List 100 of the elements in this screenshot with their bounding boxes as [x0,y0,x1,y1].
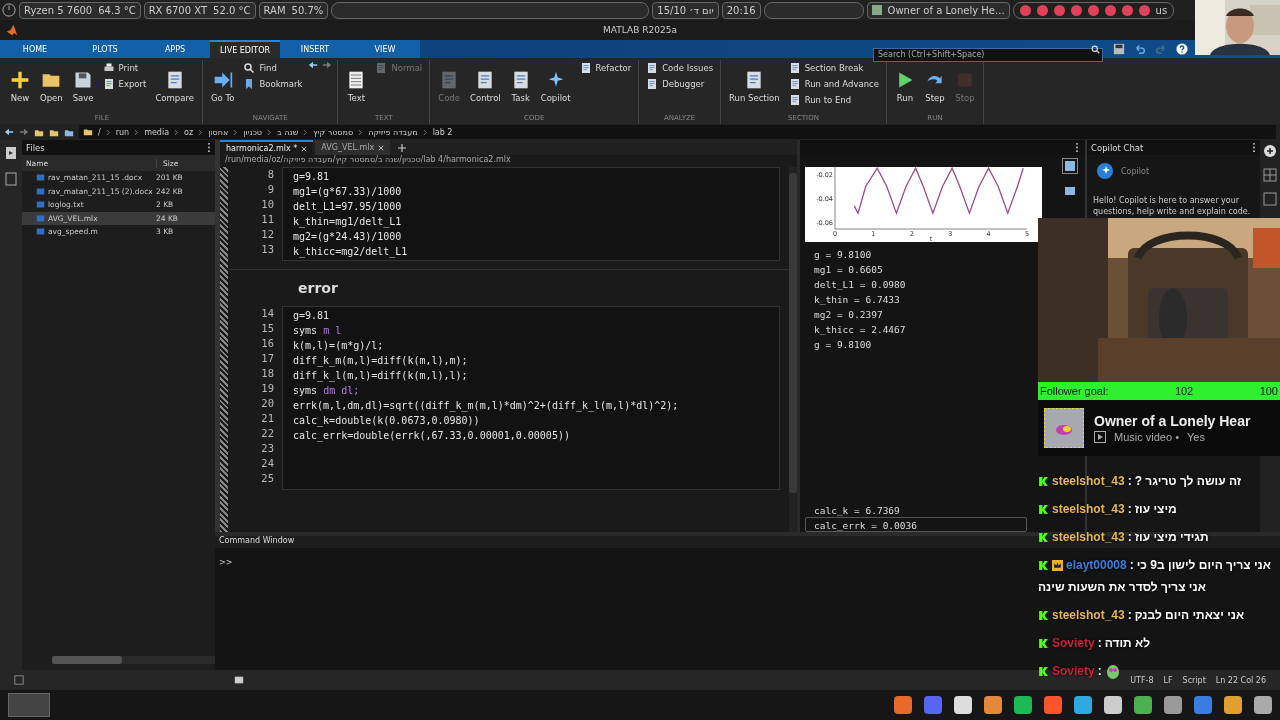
chat-message: זה עושה לך טריגר ? [1134,474,1242,488]
status-text: Ln 22 Col 26 [1215,675,1266,685]
chat-username: steelshot_43 [1052,530,1125,544]
toolbar-button[interactable]: Refactor [577,60,634,76]
toolbar-button[interactable]: Run to End [786,92,881,108]
assistant-name: Copilot [1121,166,1150,176]
line-number: 21 [260,411,274,426]
code-line: k(m,l)=(m*g)/l; [293,340,384,351]
search-field[interactable]: Search (Ctrl+Shift+Space) [873,47,1103,62]
code-line: errk(m,l,dm,dl)=sqrt((diff_k_m(m,l)*dm)^2+(diff_k_l(m,l)*dl)^2); [293,400,679,411]
line-number: 12 [260,227,274,242]
toolbar-button[interactable]: Compare [152,60,197,112]
toolbar-button[interactable]: Debugger [644,76,716,92]
code-line: g=9.81 [293,171,330,182]
path-segment[interactable]: אחסון [208,127,229,137]
line-number: 23 [260,441,274,456]
toolbar-button[interactable]: Find [241,60,305,76]
line-number: 17 [260,351,274,366]
toolbar-button[interactable]: Text [343,60,370,112]
path-segment[interactable]: סמסטר קיץ [313,127,354,137]
artist-name: Yes [1187,431,1205,443]
toolbar-button[interactable]: Export [100,76,149,92]
editor-tab[interactable]: harmonica2.mlx * [220,140,314,155]
ribbon-tab[interactable]: INSERT [280,40,350,58]
separator-text: : [1129,558,1134,572]
cpu-temperature: 64.3 °C [98,4,136,16]
path-segment[interactable]: run [115,127,130,137]
chat-username: Soviety [1052,636,1095,650]
goal-count: 102 [1174,385,1194,397]
toolbar-button[interactable]: Task [507,60,534,112]
command-prompt[interactable]: >> [219,558,233,567]
goal-label: Follower goal: [1040,385,1109,397]
code-line: syms m l [293,325,342,336]
line-number: 20 [260,396,274,411]
separator-text: : [1097,636,1102,650]
path-segment[interactable]: media [144,127,170,137]
toolbar-button[interactable]: Copilot [537,60,574,112]
toolbar-button[interactable]: Go To [207,60,238,112]
path-segment[interactable]: / [98,127,101,137]
ribbon-tab[interactable]: APPS [140,40,210,58]
code-block[interactable]: g=9.81 mg1=(g*67.33)/1000 delt_L1=97.95/1000 k_thin=mg1/delt_L1 mg2=(g*24.43)/1000 k_thicc=mg2/delt_L1 [282,167,780,261]
line-number: 11 [260,212,274,227]
code-line: g=9.81 [293,310,330,321]
line-number: 9 [266,182,274,197]
window-title: MATLAB R2025a [603,25,677,35]
toolbar-button[interactable]: Print [100,60,149,76]
status-text: UTF-8 [1130,675,1154,685]
media-widget[interactable]: Owner of a Lonely He... [866,1,1010,19]
chat-username: steelshot_43 [1052,502,1125,516]
chat-message: לא תודה [1104,636,1151,650]
ribbon-tab[interactable]: VIEW [350,40,420,58]
path-segment[interactable]: שנה ב [277,127,299,137]
code-line: calc_k=double(k(0.0673,0.0980)) [293,415,480,426]
separator-text: : [1127,530,1132,544]
toolbar-button[interactable]: Open [37,60,66,112]
chat-username: steelshot_43 [1052,608,1125,622]
code-line: syms dm dl; [293,385,360,396]
toolbar-button[interactable]: Step [921,60,948,112]
status-text: LF [1163,675,1173,685]
code-line: k_thin=mg1/delt_L1 [293,216,402,227]
chat-username: steelshot_43 [1052,474,1125,488]
ribbon-tab[interactable]: LIVE EDITOR [210,40,280,58]
toolbar-button[interactable]: Code Issues [644,60,716,76]
code-line: k_thicc=mg2/delt_L1 [293,246,408,257]
toolbar-button[interactable]: Control [467,60,504,112]
toolbar-button[interactable]: Run Section [726,60,783,112]
separator-text: : [1127,474,1132,488]
path-segment[interactable]: oz [184,127,194,137]
editor-tab[interactable]: AVG_VEL.mlx [315,140,391,155]
code-line: delt_L1=97.95/1000 [293,201,402,212]
path-segment[interactable]: lab 2 [432,127,453,137]
separator-text: : [1127,502,1132,516]
keyboard-layout[interactable]: us [1155,4,1168,16]
line-number: 13 [260,242,274,257]
output-value: calc_errk = 0.0036 [805,517,1027,532]
ribbon-tab[interactable]: PLOTS [70,40,140,58]
media-type: Music video • [1114,431,1179,443]
line-number: 8 [266,167,274,182]
toolbar-button[interactable]: Bookmark [241,76,305,92]
code-line: diff_k_m(m,l)=diff(k(m,l),m); [293,355,468,366]
code-line: calc_errk=double(errk(,67.33,0.00001,0.00005)) [293,430,570,441]
line-number: 24 [260,456,274,471]
ribbon-tab[interactable]: HOME [0,40,70,58]
path-segment[interactable]: מעבדה פיזיקה [368,127,418,137]
line-number: 22 [260,426,274,441]
toolbar-button[interactable]: Run [891,60,918,112]
output-value: delt_L1 = 0.0980 [813,278,907,291]
date-label: 15/10 יום ד׳ [652,1,719,19]
toolbar-button[interactable]: Run and Advance [786,76,881,92]
line-number: 15 [260,321,274,336]
chat-username: Soviety [1052,664,1095,678]
chat-username: elayt00008 [1066,558,1127,572]
cpu-name: Ryzen 5 7600 [24,4,93,16]
toolbar-button[interactable]: Section Break [786,60,881,76]
clock: 20:16 [721,1,761,19]
output-value: g = 9.8100 [813,338,873,351]
toolbar-button[interactable]: Save [69,60,97,112]
toolbar-button[interactable]: New [7,60,33,112]
chat-message: אני צריך לסדר את השעות שינה [1038,580,1206,594]
path-segment[interactable]: טכניון [243,127,263,137]
